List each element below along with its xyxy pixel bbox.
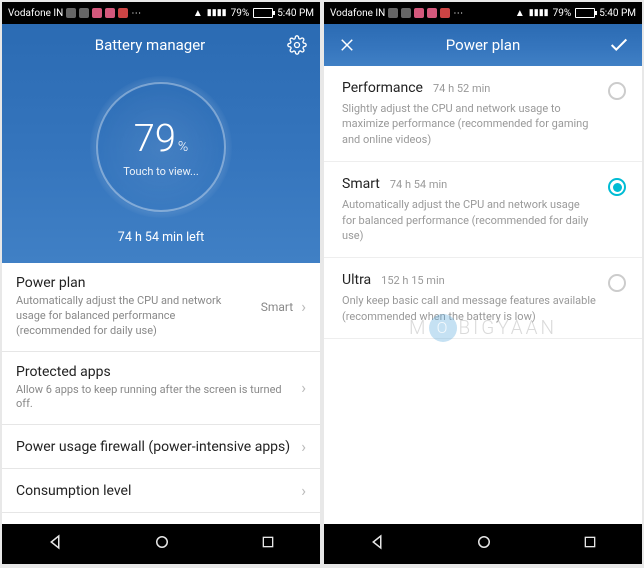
list-item-power-firewall[interactable]: Power usage firewall (power-intensive ap… bbox=[2, 425, 320, 469]
touch-hint: Touch to view... bbox=[123, 165, 199, 178]
wifi-icon: ▲ bbox=[193, 8, 203, 19]
phone-left: Vodafone IN ⋯ ▲ ▮▮▮▮ 79% 5:40 PM Battery… bbox=[2, 2, 320, 564]
page-title: Power plan bbox=[446, 36, 520, 54]
plan-desc: Slightly adjust the CPU and network usag… bbox=[342, 101, 596, 147]
notif-icon bbox=[66, 8, 76, 18]
power-plan-header: Power plan bbox=[324, 24, 642, 66]
triangle-back-icon bbox=[46, 533, 64, 551]
item-title: Power plan bbox=[16, 275, 253, 291]
home-button[interactable] bbox=[153, 533, 171, 555]
pct-symbol: % bbox=[178, 139, 188, 155]
list-item-consumption[interactable]: Consumption level › bbox=[2, 469, 320, 513]
gear-icon bbox=[287, 35, 307, 55]
circle-home-icon bbox=[153, 533, 171, 551]
chevron-right-icon: › bbox=[301, 481, 306, 500]
plan-item-performance[interactable]: Performance 74 h 52 min Slightly adjust … bbox=[324, 66, 642, 162]
battery-icon bbox=[253, 8, 273, 18]
list-item-power-plan[interactable]: Power plan Automatically adjust the CPU … bbox=[2, 263, 320, 352]
notif-icon bbox=[427, 8, 437, 18]
notif-icon bbox=[92, 8, 102, 18]
radio-button[interactable] bbox=[608, 274, 626, 292]
item-value: Smart bbox=[261, 300, 293, 314]
check-icon bbox=[608, 34, 630, 56]
more-icon: ⋯ bbox=[131, 8, 141, 19]
recent-button[interactable] bbox=[260, 534, 276, 554]
plan-time: 74 h 54 min bbox=[390, 178, 447, 191]
phone-right: Vodafone IN ⋯ ▲ ▮▮▮▮ 79% 5:40 PM Power p… bbox=[324, 2, 642, 564]
square-recent-icon bbox=[260, 534, 276, 550]
square-recent-icon bbox=[582, 534, 598, 550]
notif-icon bbox=[440, 8, 450, 18]
status-bar: Vodafone IN ⋯ ▲ ▮▮▮▮ 79% 5:40 PM bbox=[324, 2, 642, 24]
confirm-button[interactable] bbox=[608, 34, 630, 56]
plan-item-smart[interactable]: Smart 74 h 54 min Automatically adjust t… bbox=[324, 162, 642, 258]
triangle-back-icon bbox=[368, 533, 386, 551]
plan-list: Performance 74 h 52 min Slightly adjust … bbox=[324, 66, 642, 524]
page-title: Battery manager bbox=[95, 36, 206, 54]
back-button[interactable] bbox=[368, 533, 386, 555]
battery-pct-label: 79% bbox=[231, 8, 250, 19]
settings-list: Power plan Automatically adjust the CPU … bbox=[2, 263, 320, 524]
carrier-label: Vodafone IN bbox=[8, 8, 63, 19]
nav-bar bbox=[2, 524, 320, 564]
battery-icon bbox=[575, 8, 595, 18]
chevron-right-icon: › bbox=[301, 437, 306, 456]
battery-circle-button[interactable]: 79 % Touch to view... bbox=[96, 82, 226, 212]
item-title: Power usage firewall (power-intensive ap… bbox=[16, 439, 293, 455]
list-item-optimize[interactable]: Optimize › bbox=[2, 513, 320, 524]
battery-pct-value: 79 bbox=[134, 117, 176, 161]
more-icon: ⋯ bbox=[453, 8, 463, 19]
notif-icon bbox=[105, 8, 115, 18]
signal-icon: ▮▮▮▮ bbox=[529, 8, 549, 18]
radio-button[interactable] bbox=[608, 82, 626, 100]
close-icon bbox=[338, 36, 356, 54]
notif-icon bbox=[79, 8, 89, 18]
battery-header: Battery manager 79 % Touch to view... 74… bbox=[2, 24, 320, 263]
notif-icon bbox=[388, 8, 398, 18]
plan-time: 152 h 15 min bbox=[381, 274, 445, 287]
plan-time: 74 h 52 min bbox=[433, 82, 490, 95]
plan-desc: Only keep basic call and message feature… bbox=[342, 293, 596, 324]
radio-button[interactable] bbox=[608, 178, 626, 196]
notif-icon bbox=[401, 8, 411, 18]
clock-label: 5:40 PM bbox=[599, 8, 636, 19]
chevron-right-icon: › bbox=[301, 297, 306, 316]
status-bar: Vodafone IN ⋯ ▲ ▮▮▮▮ 79% 5:40 PM bbox=[2, 2, 320, 24]
back-button[interactable] bbox=[46, 533, 64, 555]
item-subtitle: Automatically adjust the CPU and network… bbox=[16, 294, 253, 339]
wifi-icon: ▲ bbox=[515, 8, 525, 19]
nav-bar bbox=[324, 524, 642, 564]
battery-pct-label: 79% bbox=[553, 8, 572, 19]
item-title: Protected apps bbox=[16, 364, 293, 380]
circle-home-icon bbox=[475, 533, 493, 551]
notif-icon bbox=[118, 8, 128, 18]
home-button[interactable] bbox=[475, 533, 493, 555]
plan-item-ultra[interactable]: Ultra 152 h 15 min Only keep basic call … bbox=[324, 258, 642, 339]
time-left-label: 74 h 54 min left bbox=[118, 230, 204, 245]
list-item-protected-apps[interactable]: Protected apps Allow 6 apps to keep runn… bbox=[2, 352, 320, 426]
item-subtitle: Allow 6 apps to keep running after the s… bbox=[16, 383, 293, 413]
plan-desc: Automatically adjust the CPU and network… bbox=[342, 197, 596, 243]
item-title: Consumption level bbox=[16, 483, 293, 499]
plan-title: Performance bbox=[342, 80, 423, 96]
plan-title: Smart bbox=[342, 176, 380, 192]
settings-button[interactable] bbox=[286, 34, 308, 56]
close-button[interactable] bbox=[336, 34, 358, 56]
signal-icon: ▮▮▮▮ bbox=[207, 8, 227, 18]
plan-title: Ultra bbox=[342, 272, 371, 288]
recent-button[interactable] bbox=[582, 534, 598, 554]
notif-icon bbox=[414, 8, 424, 18]
chevron-right-icon: › bbox=[301, 378, 306, 397]
carrier-label: Vodafone IN bbox=[330, 8, 385, 19]
clock-label: 5:40 PM bbox=[277, 8, 314, 19]
